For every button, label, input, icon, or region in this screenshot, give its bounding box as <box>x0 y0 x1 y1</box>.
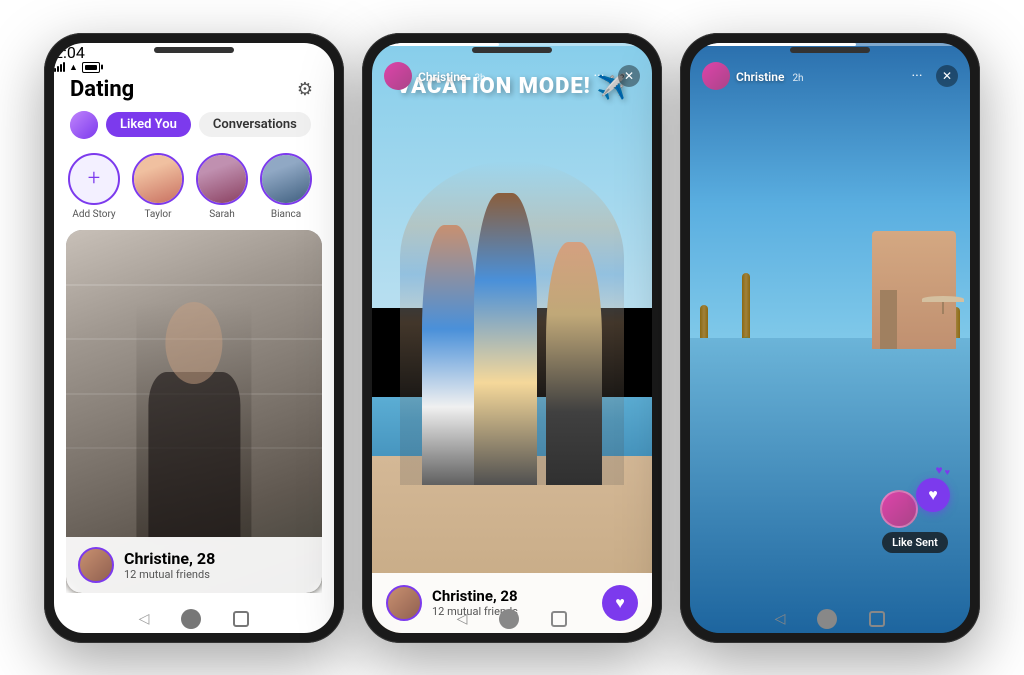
story-time-2: 3h <box>474 73 485 84</box>
taylor-label: Taylor <box>144 209 171 220</box>
add-story-avatar: + <box>68 153 120 205</box>
phone-3: 🌴 🌴 🌴 🌴 <box>680 33 980 643</box>
story-taylor[interactable]: Taylor <box>132 153 184 220</box>
recents-button-2[interactable] <box>551 611 567 627</box>
story-username-3: Christine <box>736 70 784 84</box>
add-story-item[interactable]: + Add Story <box>68 153 120 220</box>
user-avatar-tab <box>70 111 98 139</box>
bianca-avatar <box>260 153 312 205</box>
story-progress-2 <box>384 43 640 46</box>
phone-2: Christine 3h ··· ✕ VACATION MODE! ✈️ <box>362 33 662 643</box>
phone1-nav: ◁ <box>44 609 344 629</box>
story-actions-2: ··· ✕ <box>588 65 640 87</box>
home-button-3[interactable] <box>817 609 837 629</box>
home-button[interactable] <box>181 609 201 629</box>
sarah-avatar <box>196 153 248 205</box>
story-progress-fill-2 <box>384 43 499 46</box>
heart-float-1: ♥ <box>936 463 943 478</box>
signal-icon <box>54 62 65 72</box>
plus-icon: + <box>70 155 118 203</box>
back-button-3[interactable]: ◁ <box>775 611 786 627</box>
building-window <box>880 290 897 349</box>
tab-row: Liked You Conversations <box>54 111 334 149</box>
story-screen-2: Christine 3h ··· ✕ VACATION MODE! ✈️ <box>372 43 652 633</box>
story-progress-fill-3 <box>702 43 856 46</box>
story-user-details-2: Christine 3h <box>418 66 486 85</box>
sent-profile-avatar <box>880 490 918 528</box>
phone2-nav: ◁ <box>362 609 662 629</box>
story-header-3: Christine 2h ··· ✕ <box>690 52 970 98</box>
battery-icon <box>82 62 100 73</box>
story-progress-3 <box>702 43 958 46</box>
profile-text: Christine, 28 12 mutual friends <box>124 549 215 581</box>
like-sent-overlay: ♥ ♥ ♥ Like Sent <box>880 478 950 553</box>
profile-info-bar: Christine, 28 12 mutual friends <box>66 537 322 593</box>
more-options-btn-2[interactable]: ··· <box>588 65 610 87</box>
app-title: Dating <box>70 77 134 102</box>
story-profile-name-2: Christine, 28 <box>432 587 518 605</box>
bianca-label: Bianca <box>271 209 301 220</box>
settings-icon[interactable]: ⚙ <box>292 77 318 103</box>
story-user-avatar-3 <box>702 62 730 90</box>
wifi-icon: ▲ <box>69 62 78 73</box>
like-sent-label: Like Sent <box>882 532 948 553</box>
person-silhouette <box>136 302 251 538</box>
person-head <box>165 302 223 385</box>
liked-you-tab[interactable]: Liked You <box>106 112 191 137</box>
taylor-avatar <box>132 153 184 205</box>
story-user-info-2: Christine 3h <box>384 62 486 90</box>
app-header: Dating ⚙ <box>54 73 334 111</box>
sent-heart-icon: ♥ <box>916 478 950 512</box>
sarah-label: Sarah <box>209 209 235 220</box>
status-icons: ▲ <box>54 62 334 73</box>
back-button[interactable]: ◁ <box>139 611 150 627</box>
close-story-btn-3[interactable]: ✕ <box>936 65 958 87</box>
beach-background <box>372 43 652 633</box>
story-screen-3: 🌴 🌴 🌴 🌴 <box>690 43 970 633</box>
more-options-btn-3[interactable]: ··· <box>906 65 928 87</box>
conversations-tab[interactable]: Conversations <box>199 112 311 137</box>
story-user-avatar-2 <box>384 62 412 90</box>
profile-mutual: 12 mutual friends <box>124 568 215 581</box>
story-username-2: Christine <box>418 70 466 84</box>
story-header-2: Christine 3h ··· ✕ <box>372 52 652 98</box>
phone-1: 2:04 ▲ Dating ⚙ <box>44 33 344 643</box>
recents-button[interactable] <box>233 611 249 627</box>
story-time-3: 2h <box>792 73 803 84</box>
story-bianca[interactable]: Bianca <box>260 153 312 220</box>
phone3-nav: ◁ <box>680 609 980 629</box>
profile-name: Christine, 28 <box>124 549 215 568</box>
status-bar: 2:04 ▲ <box>54 43 334 73</box>
floating-hearts: ♥ ♥ <box>936 463 950 478</box>
beach-people <box>400 161 624 486</box>
back-button-2[interactable]: ◁ <box>457 611 468 627</box>
time: 2:04 <box>54 43 85 62</box>
umbrella-area <box>922 296 964 343</box>
recents-button-3[interactable] <box>869 611 885 627</box>
story-actions-3: ··· ✕ <box>906 65 958 87</box>
add-story-label: Add Story <box>72 209 115 220</box>
like-sent-avatars: ♥ ♥ ♥ <box>880 478 950 528</box>
stories-row: + Add Story Taylor Sarah Bianc <box>54 149 334 230</box>
profile-mini-avatar <box>78 547 114 583</box>
home-button-2[interactable] <box>499 609 519 629</box>
story-user-details-3: Christine 2h <box>736 66 804 85</box>
heart-float-2: ♥ <box>945 467 950 478</box>
person-body <box>148 372 240 537</box>
stair-1 <box>66 284 322 286</box>
close-story-btn-2[interactable]: ✕ <box>618 65 640 87</box>
profile-card[interactable]: Christine, 28 12 mutual friends <box>66 230 322 593</box>
story-sarah[interactable]: Sarah <box>196 153 248 220</box>
story-user-info-3: Christine 2h <box>702 62 804 90</box>
